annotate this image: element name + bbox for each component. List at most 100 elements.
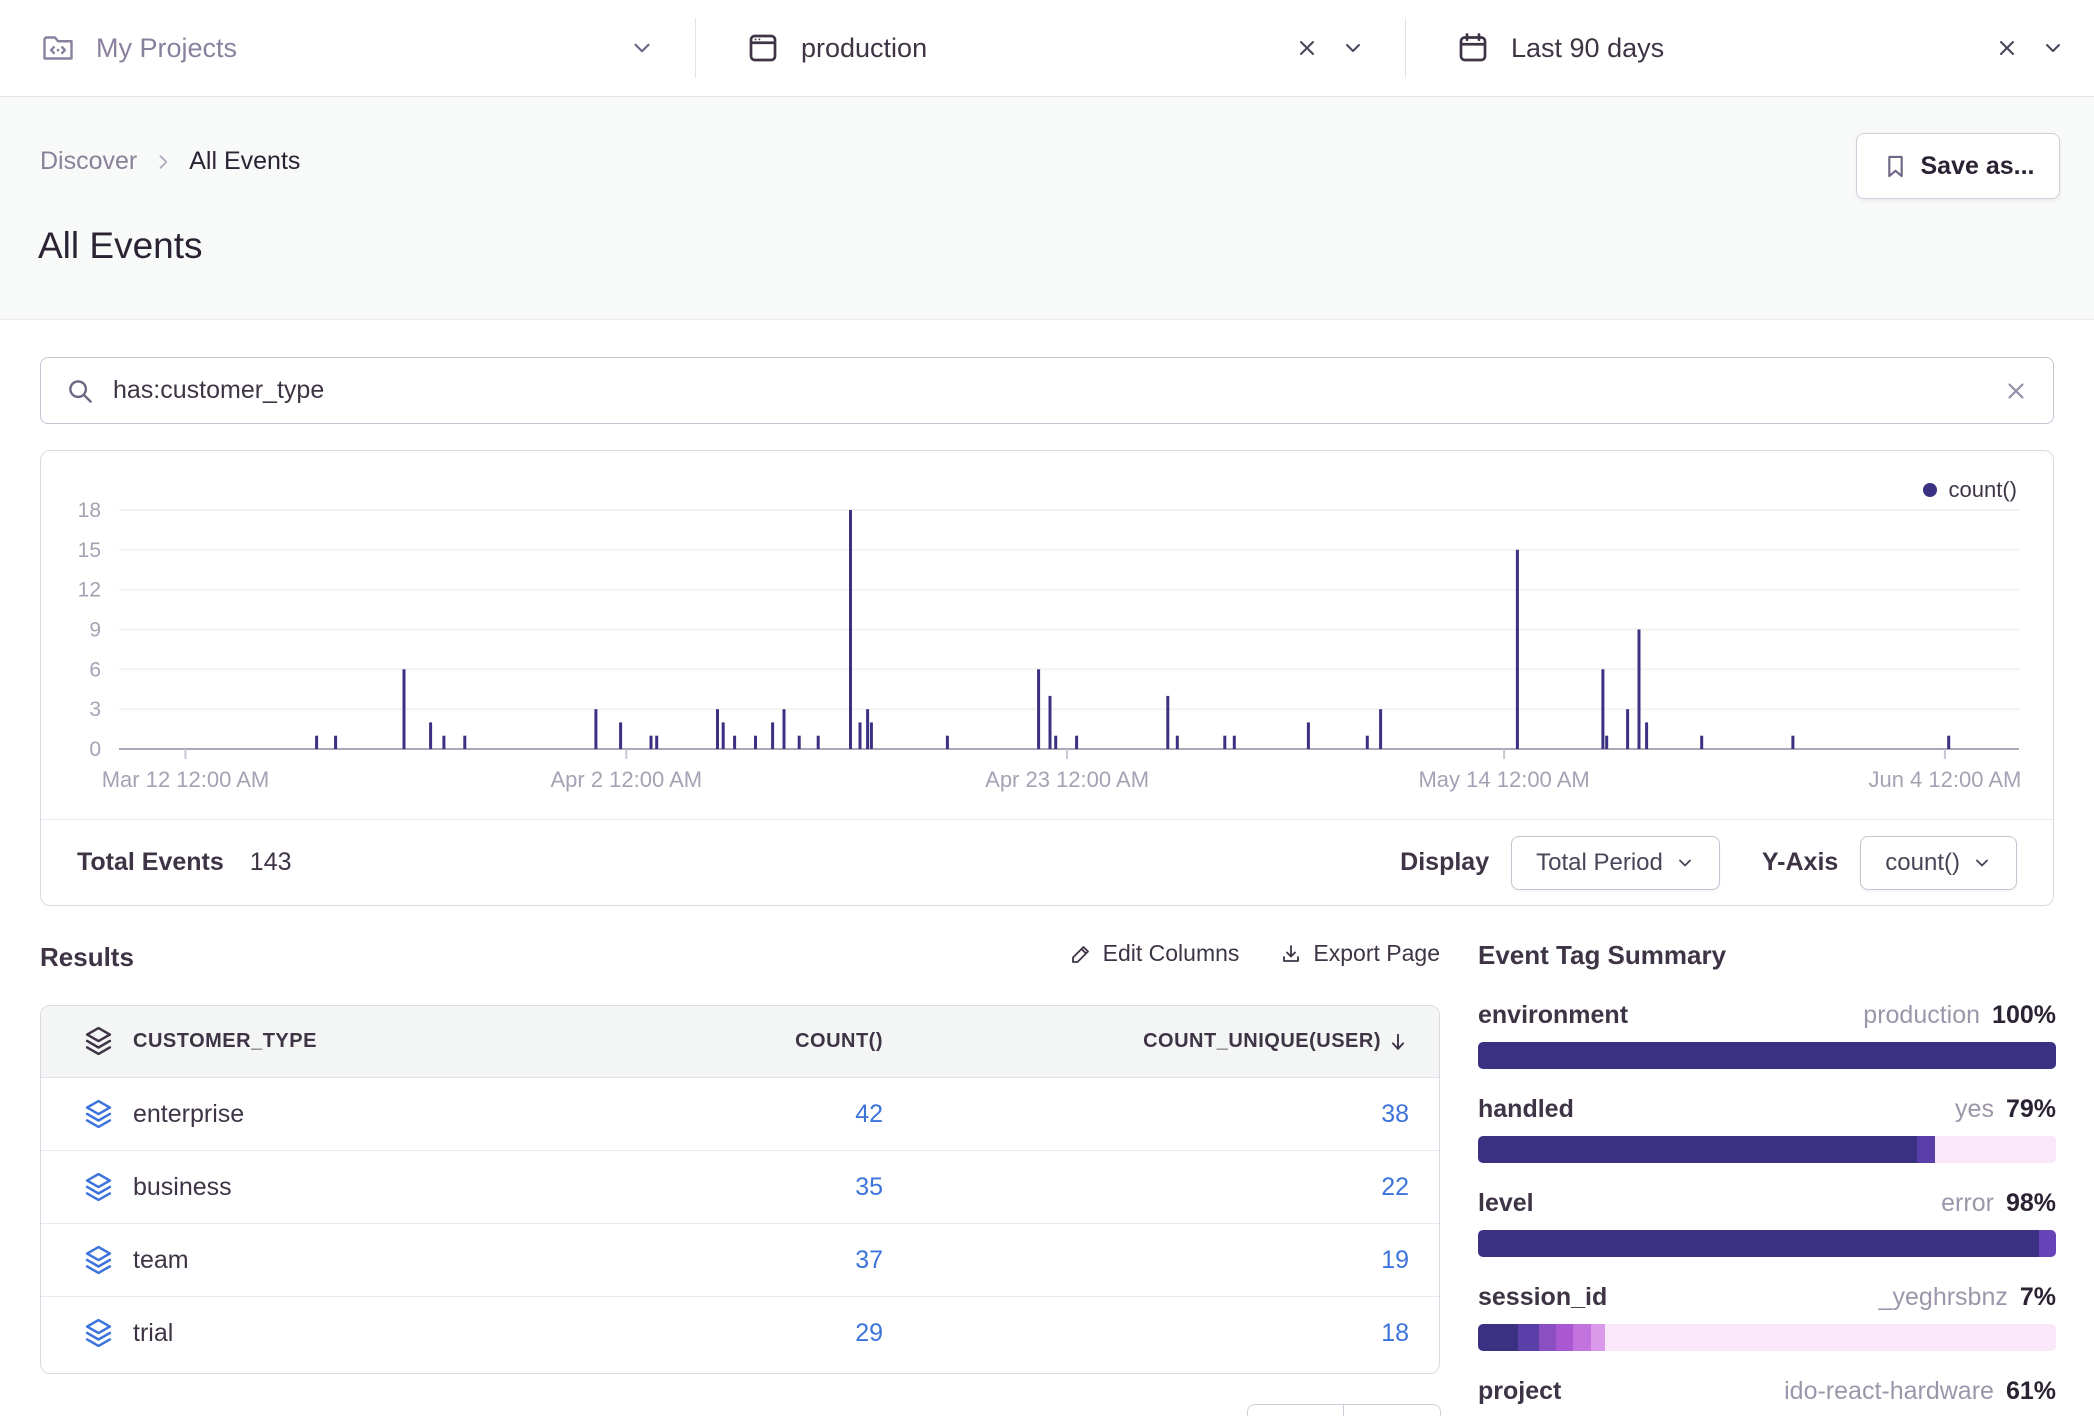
count-cell-link[interactable]: 35: [683, 1173, 883, 1202]
tag-bar-segment[interactable]: [1539, 1324, 1556, 1351]
tag-bar-segment[interactable]: [1478, 1324, 1518, 1351]
tag-bar-segment[interactable]: [1478, 1042, 2056, 1069]
svg-text:6: 6: [89, 658, 101, 681]
svg-text:Apr 23 12:00 AM: Apr 23 12:00 AM: [985, 767, 1149, 792]
project-selector[interactable]: My Projects: [40, 0, 655, 96]
tag-summary-entry: project ido-react-hardware 61%: [1478, 1377, 2056, 1416]
chevron-down-icon: [1675, 853, 1695, 873]
count-unique-cell-link[interactable]: 38: [883, 1100, 1409, 1129]
discover-page: My Projects production: [0, 0, 2094, 1416]
project-selector-label: My Projects: [96, 33, 237, 64]
previous-page-button[interactable]: [1247, 1404, 1344, 1416]
export-page-button[interactable]: Export Page: [1279, 940, 1440, 967]
table-row: business 35 22: [41, 1151, 1439, 1224]
tag-bar-segment[interactable]: [1935, 1136, 2056, 1163]
count-unique-cell-link[interactable]: 19: [883, 1246, 1409, 1275]
chevron-down-icon[interactable]: [629, 35, 655, 61]
total-events-label: Total Events: [77, 848, 224, 877]
export-page-label: Export Page: [1313, 940, 1440, 967]
tag-top-value: ido-react-hardware: [1784, 1377, 1994, 1406]
results-actions: Edit Columns Export Page: [1080, 940, 1440, 967]
pencil-icon: [1069, 942, 1093, 966]
breadcrumb-current: All Events: [189, 147, 300, 176]
count-cell-link[interactable]: 37: [683, 1246, 883, 1275]
edit-columns-button[interactable]: Edit Columns: [1069, 940, 1240, 967]
next-page-button[interactable]: [1344, 1404, 1441, 1416]
chart-footer: Total Events 143 Display Total Period Y-…: [41, 819, 2053, 905]
yaxis-dropdown-value: count(): [1885, 849, 1960, 877]
chevron-down-icon[interactable]: [1341, 36, 1365, 60]
event-tag-summary: Event Tag Summary environment production…: [1478, 940, 2056, 1416]
customer-type-cell: trial: [133, 1319, 683, 1348]
events-bar-chart[interactable]: 0369121518Mar 12 12:00 AMApr 2 12:00 AMA…: [41, 451, 2053, 819]
tag-key: handled: [1478, 1095, 1574, 1124]
tag-bar-segment[interactable]: [1478, 1230, 2039, 1257]
tag-top-percent: 98%: [2006, 1189, 2056, 1218]
count-unique-cell-link[interactable]: 22: [883, 1173, 1409, 1202]
breadcrumb-discover-link[interactable]: Discover: [40, 147, 137, 176]
tag-top-percent: 79%: [2006, 1095, 2056, 1124]
customer-type-cell: team: [133, 1246, 683, 1275]
tag-bar-segment[interactable]: [1573, 1324, 1590, 1351]
customer-type-cell: enterprise: [133, 1100, 683, 1129]
date-range-filter[interactable]: Last 90 days: [1455, 0, 2065, 96]
svg-text:18: 18: [78, 499, 101, 522]
svg-text:12: 12: [78, 579, 101, 602]
layers-icon: [63, 1026, 133, 1057]
tag-top-percent: 100%: [1992, 1001, 2056, 1030]
tag-key: session_id: [1478, 1283, 1607, 1312]
display-dropdown[interactable]: Total Period: [1511, 836, 1720, 890]
top-bar: My Projects production: [0, 0, 2094, 97]
tag-bar-segment[interactable]: [2039, 1230, 2056, 1257]
layers-icon: [63, 1245, 133, 1276]
save-as-label: Save as...: [1921, 152, 2035, 181]
tag-bar-segment[interactable]: [1556, 1324, 1573, 1351]
count-unique-cell-link[interactable]: 18: [883, 1319, 1409, 1348]
svg-text:15: 15: [78, 539, 101, 562]
column-header-customer-type[interactable]: CUSTOMER_TYPE: [133, 1030, 683, 1053]
chevron-down-icon[interactable]: [2041, 36, 2065, 60]
display-dropdown-value: Total Period: [1536, 849, 1663, 877]
column-header-count[interactable]: COUNT(): [683, 1030, 883, 1053]
tag-bar-segment[interactable]: [1917, 1136, 1934, 1163]
environment-filter[interactable]: production: [745, 0, 1365, 96]
tag-summary-entry: environment production 100%: [1478, 1001, 2056, 1069]
bookmark-icon: [1882, 153, 1909, 180]
clear-environment-icon[interactable]: [1295, 36, 1319, 60]
tag-bar-segment[interactable]: [1591, 1324, 1605, 1351]
tag-distribution-bar: [1478, 1324, 2056, 1351]
search-icon: [65, 376, 95, 406]
yaxis-dropdown[interactable]: count(): [1860, 836, 2017, 890]
tag-summary-heading: Event Tag Summary: [1478, 940, 2056, 971]
count-cell-link[interactable]: 29: [683, 1319, 883, 1348]
column-header-count-unique[interactable]: COUNT_UNIQUE(USER): [883, 1030, 1409, 1053]
svg-text:3: 3: [89, 698, 101, 721]
customer-type-cell: business: [133, 1173, 683, 1202]
save-as-button[interactable]: Save as...: [1856, 133, 2060, 199]
tag-key: environment: [1478, 1001, 1628, 1030]
tag-top-value: yes: [1955, 1095, 1994, 1124]
search-input[interactable]: has:customer_type: [113, 376, 1985, 405]
clear-date-range-icon[interactable]: [1995, 36, 2019, 60]
total-events-value: 143: [250, 848, 292, 877]
topbar-divider: [1405, 18, 1406, 78]
sort-descending-icon: [1387, 1031, 1409, 1053]
table-row: enterprise 42 38: [41, 1078, 1439, 1151]
layers-icon: [63, 1172, 133, 1203]
table-row: trial 29 18: [41, 1297, 1439, 1370]
tag-top-percent: 7%: [2020, 1283, 2056, 1312]
count-cell-link[interactable]: 42: [683, 1100, 883, 1129]
tag-top-value: _yeghrsbnz: [1879, 1283, 2008, 1312]
search-bar[interactable]: has:customer_type: [40, 357, 2054, 424]
tag-bar-segment[interactable]: [1518, 1324, 1538, 1351]
environment-filter-label: production: [801, 33, 927, 64]
tag-key: level: [1478, 1189, 1534, 1218]
tag-summary-entry: handled yes 79%: [1478, 1095, 2056, 1163]
tag-bar-segment[interactable]: [1605, 1324, 2056, 1351]
clear-search-icon[interactable]: [2003, 378, 2029, 404]
events-chart-panel: count() 0369121518Mar 12 12:00 AMApr 2 1…: [40, 450, 2054, 906]
results-heading: Results: [40, 942, 134, 973]
projects-folder-icon: [40, 30, 76, 66]
tag-distribution-bar: [1478, 1042, 2056, 1069]
tag-bar-segment[interactable]: [1478, 1136, 1917, 1163]
